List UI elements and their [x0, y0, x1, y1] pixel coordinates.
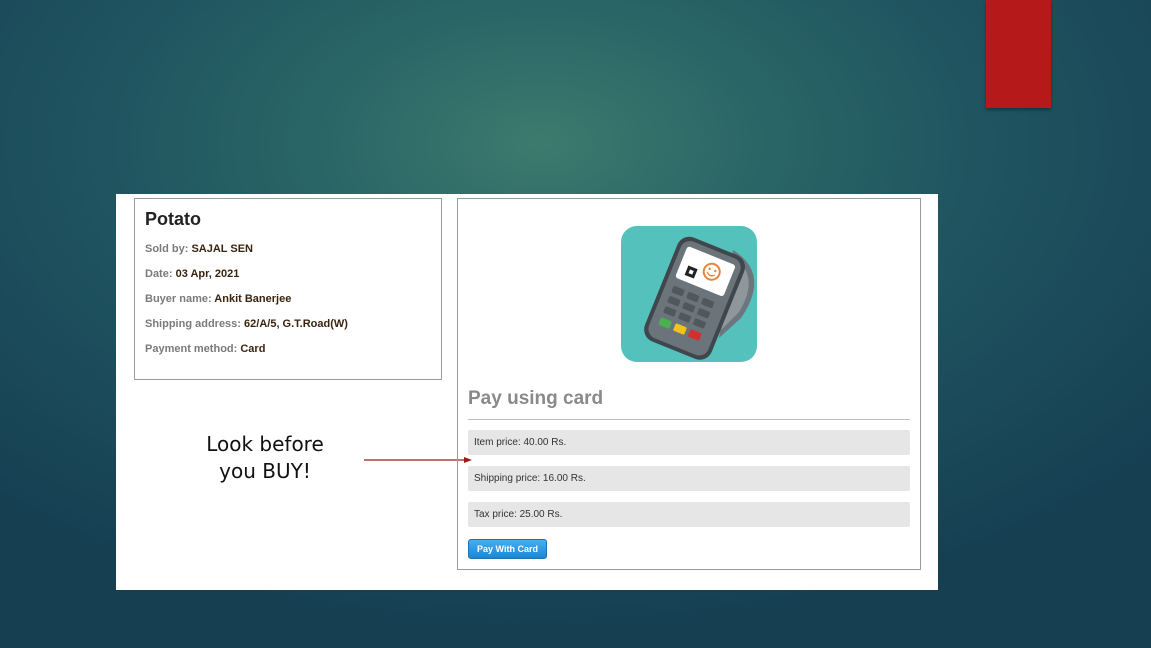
tax-price-row: Tax price: 25.00 Rs.	[468, 502, 910, 527]
detail-label: Buyer name:	[145, 293, 212, 305]
detail-value: 62/A/5, G.T.Road(W)	[244, 318, 348, 330]
heading-divider	[468, 419, 910, 420]
detail-buyer-name: Buyer name: Ankit Banerjee	[145, 293, 431, 305]
payment-card: Pay using card Item price: 40.00 Rs. Shi…	[457, 198, 921, 570]
detail-label: Sold by:	[145, 243, 189, 255]
detail-value: SAJAL SEN	[191, 243, 253, 255]
annotation-callout: Look before you BUY!	[166, 431, 364, 485]
detail-payment-method: Payment method: Card	[145, 343, 431, 355]
detail-shipping-address: Shipping address: 62/A/5, G.T.Road(W)	[145, 318, 431, 330]
detail-sold-by: Sold by: SAJAL SEN	[145, 243, 431, 255]
detail-label: Payment method:	[145, 343, 238, 355]
detail-value: 03 Apr, 2021	[175, 268, 240, 280]
app-screenshot-panel: Potato Sold by: SAJAL SEN Date: 03 Apr, …	[116, 194, 938, 590]
payment-heading: Pay using card	[468, 388, 604, 409]
product-title: Potato	[145, 209, 201, 229]
annotation-line-1: Look before	[206, 432, 324, 456]
detail-label: Date:	[145, 268, 173, 280]
detail-date: Date: 03 Apr, 2021	[145, 268, 431, 280]
detail-value: Card	[240, 343, 266, 355]
card-terminal-icon	[621, 226, 757, 362]
pay-with-card-button[interactable]: Pay With Card	[468, 539, 547, 559]
shipping-price-row: Shipping price: 16.00 Rs.	[468, 466, 910, 491]
detail-value: Ankit Banerjee	[214, 293, 292, 305]
order-details-card: Potato Sold by: SAJAL SEN Date: 03 Apr, …	[134, 198, 442, 380]
annotation-line-2: you BUY!	[219, 459, 311, 483]
red-accent-tab	[986, 0, 1051, 108]
item-price-row: Item price: 40.00 Rs.	[468, 430, 910, 455]
detail-label: Shipping address:	[145, 318, 241, 330]
